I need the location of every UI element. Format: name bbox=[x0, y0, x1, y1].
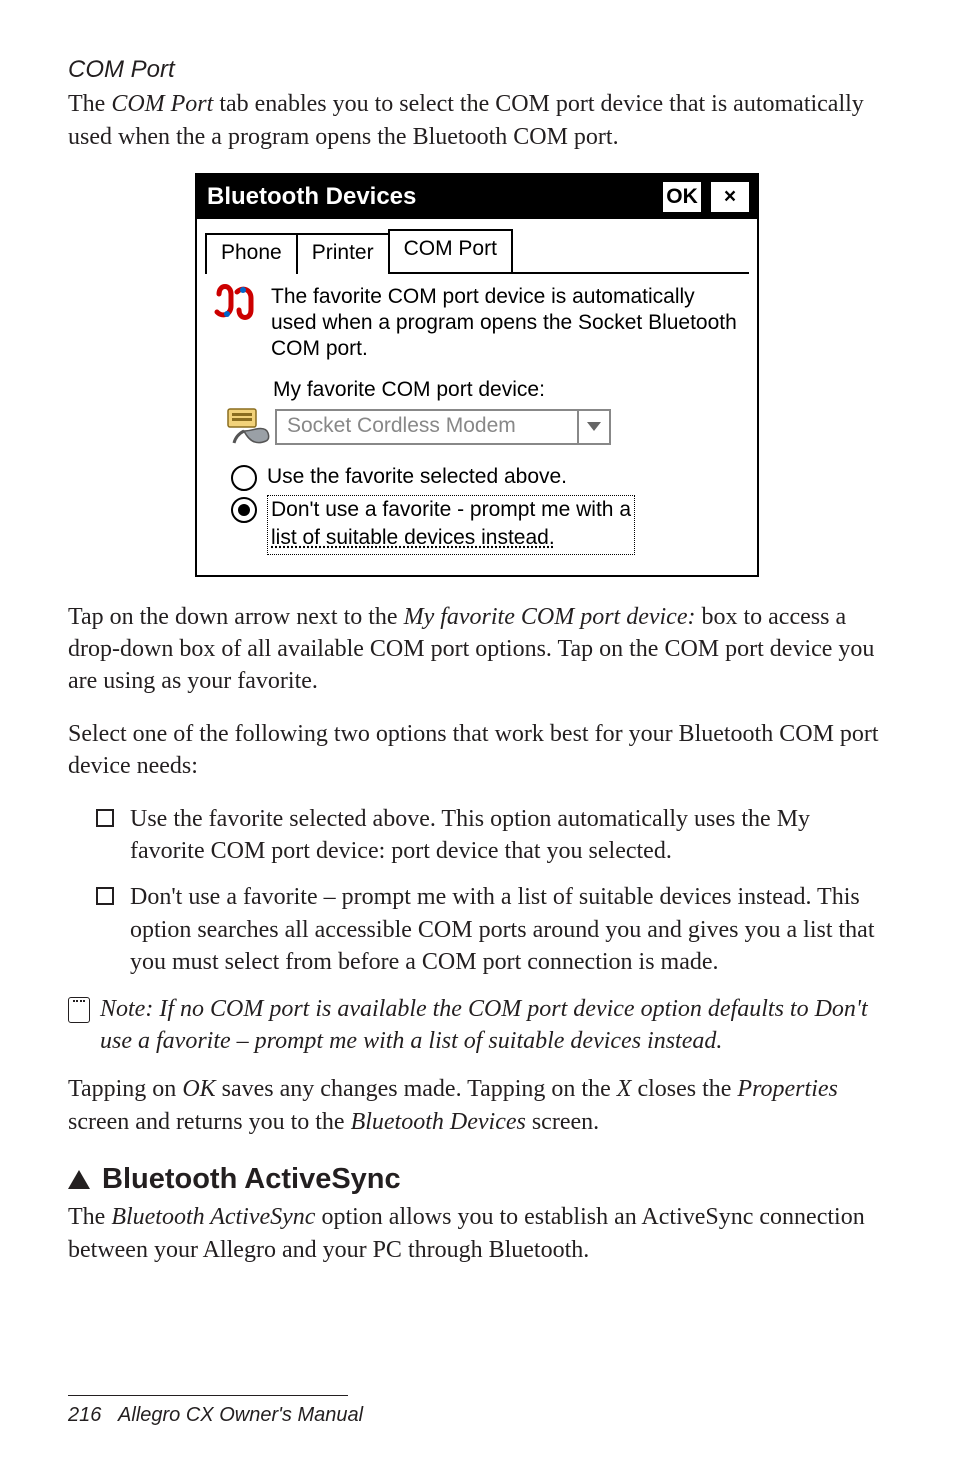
radio2-label: Don't use a favorite - prompt me with a … bbox=[267, 495, 635, 555]
note-icon bbox=[68, 997, 90, 1023]
pa3f: Properties bbox=[737, 1076, 837, 1102]
list-item: Use the favorite selected above. This op… bbox=[96, 803, 886, 868]
radio2-line1: Don't use a favorite - prompt me with a bbox=[271, 498, 631, 521]
options-list: Use the favorite selected above. This op… bbox=[68, 803, 886, 979]
dialog-title: Bluetooth Devices bbox=[207, 181, 416, 213]
chevron-down-icon[interactable] bbox=[577, 411, 609, 443]
list-item: Don't use a favorite – prompt me with a … bbox=[96, 881, 886, 978]
manual-title: Allegro CX Owner's Manual bbox=[118, 1404, 363, 1426]
section-title: COM Port bbox=[68, 54, 886, 86]
pa3b: OK bbox=[182, 1076, 215, 1102]
com-port-icon bbox=[211, 284, 259, 320]
pbta: The bbox=[68, 1204, 111, 1230]
radio-prompt-me[interactable]: Don't use a favorite - prompt me with a … bbox=[231, 495, 743, 555]
radio2-line2: list of suitable devices instead. bbox=[271, 526, 555, 549]
intro-t1: The bbox=[68, 91, 111, 117]
pa3h: Bluetooth Devices bbox=[351, 1109, 526, 1135]
pa3c: saves any changes made. Tapping on the bbox=[216, 1076, 617, 1102]
tabs: Phone Printer COM Port bbox=[197, 219, 757, 271]
intro-paragraph: The COM Port tab enables you to select t… bbox=[68, 88, 886, 153]
bluetooth-devices-dialog: Bluetooth Devices OK × Phone Printer COM… bbox=[195, 173, 759, 576]
pa3e: closes the bbox=[631, 1076, 737, 1102]
radio-use-favorite[interactable]: Use the favorite selected above. bbox=[231, 463, 743, 491]
pa3a: Tapping on bbox=[68, 1076, 182, 1102]
pbtb: Bluetooth ActiveSync bbox=[111, 1204, 315, 1230]
titlebar: Bluetooth Devices OK × bbox=[197, 175, 757, 219]
com-port-combo[interactable]: Socket Cordless Modem bbox=[275, 409, 611, 445]
pa3i: screen. bbox=[526, 1109, 599, 1135]
page-footer: 216 Allegro CX Owner's Manual bbox=[68, 1395, 363, 1429]
radio-icon bbox=[231, 465, 257, 491]
pa1b: My favorite COM port device: bbox=[404, 604, 696, 630]
tab-com-port[interactable]: COM Port bbox=[388, 229, 513, 271]
para-after-dialog-1: Tap on the down arrow next to the My fav… bbox=[68, 601, 886, 698]
note: Note: If no COM port is available the CO… bbox=[68, 993, 886, 1058]
para-after-dialog-2: Select one of the following two options … bbox=[68, 718, 886, 783]
combo-value: Socket Cordless Modem bbox=[277, 411, 577, 443]
radio-icon bbox=[231, 497, 257, 523]
note-text: Note: If no COM port is available the CO… bbox=[100, 993, 886, 1058]
pa1a: Tap on the down arrow next to the bbox=[68, 604, 404, 630]
pa3g: screen and returns you to the bbox=[68, 1109, 351, 1135]
tab-phone[interactable]: Phone bbox=[205, 233, 298, 273]
para-after-dialog-3: Tapping on OK saves any changes made. Ta… bbox=[68, 1073, 886, 1138]
close-button[interactable]: × bbox=[709, 180, 751, 214]
triangle-up-icon bbox=[68, 1170, 90, 1189]
pa3d: X bbox=[617, 1076, 632, 1102]
radio1-label: Use the favorite selected above. bbox=[267, 463, 567, 491]
page-number: 216 bbox=[68, 1404, 101, 1426]
dialog-info-text: The favorite COM port device is automati… bbox=[271, 284, 743, 363]
ok-button[interactable]: OK bbox=[661, 180, 703, 214]
intro-t2: COM Port bbox=[111, 91, 213, 117]
tab-printer[interactable]: Printer bbox=[296, 233, 390, 273]
field-label: My favorite COM port device: bbox=[273, 376, 743, 404]
bluetooth-activesync-paragraph: The Bluetooth ActiveSync option allows y… bbox=[68, 1201, 886, 1266]
heading-text: Bluetooth ActiveSync bbox=[102, 1160, 401, 1199]
modem-icon bbox=[225, 407, 273, 447]
heading-bluetooth-activesync: Bluetooth ActiveSync bbox=[68, 1160, 886, 1199]
